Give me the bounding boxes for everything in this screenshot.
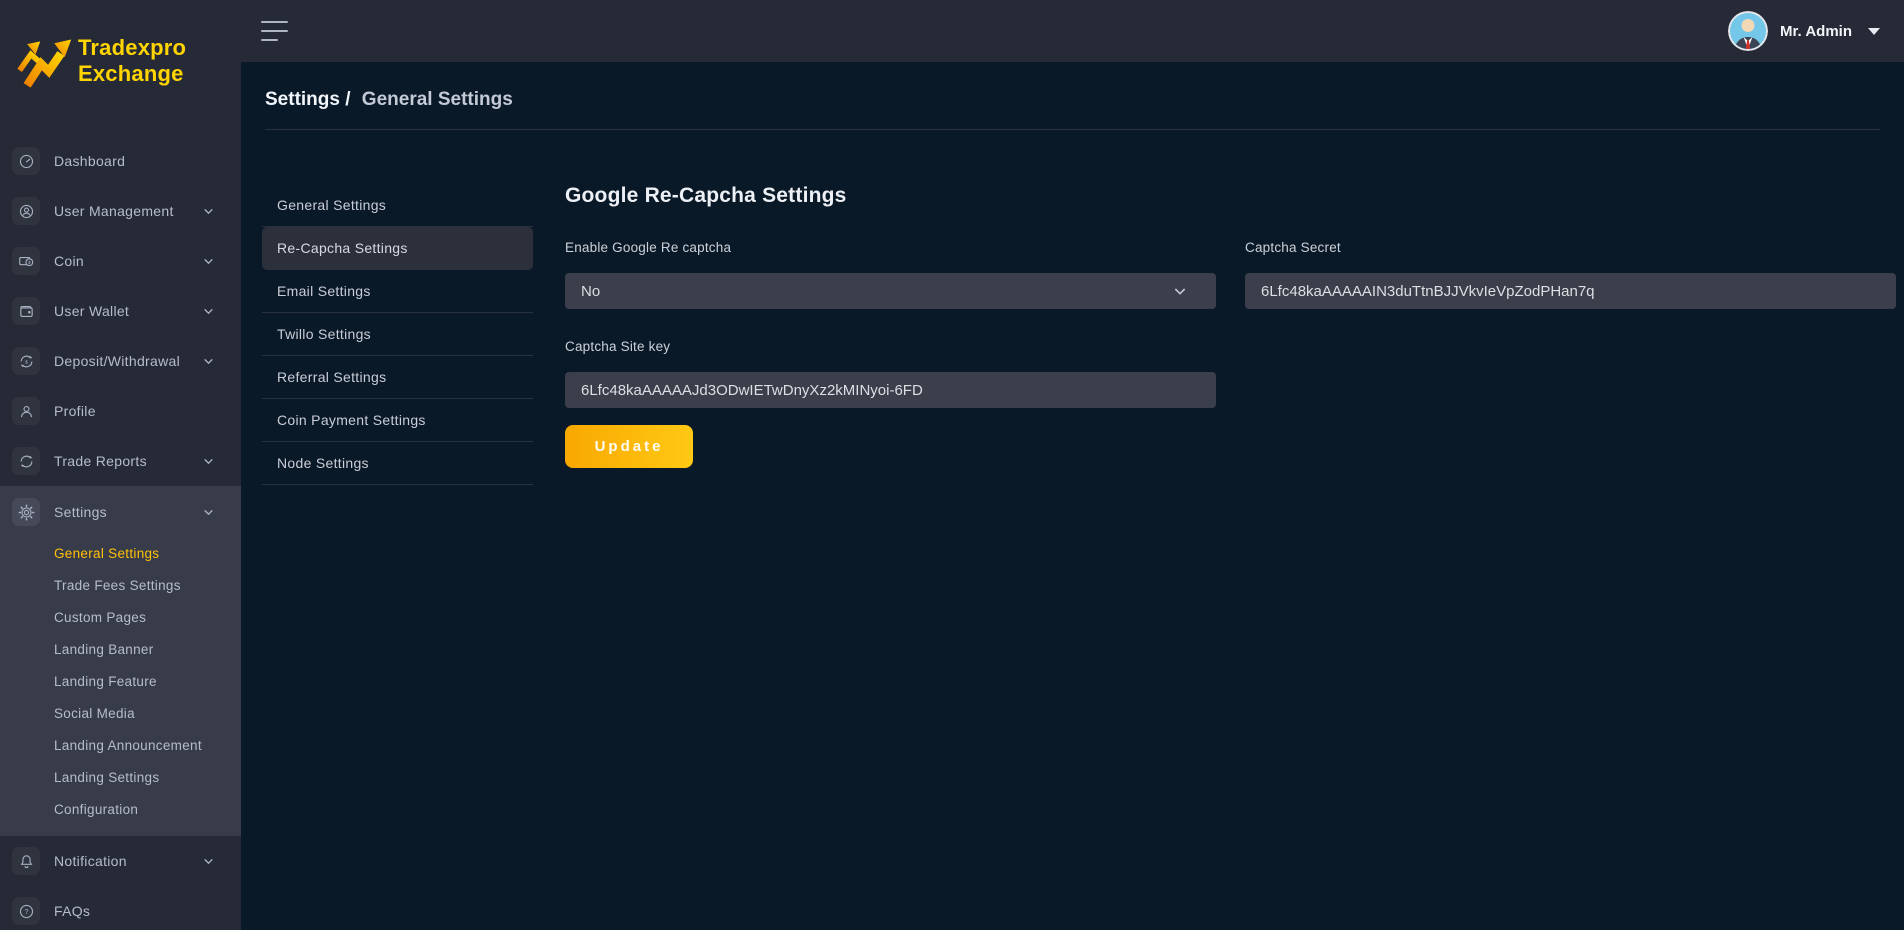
main-content: Settings / General Settings General Sett… — [241, 62, 1904, 930]
field-enable-recaptcha: Enable Google Re captcha No — [565, 240, 1216, 309]
svg-text:$: $ — [25, 359, 28, 365]
breadcrumb-page: General Settings — [362, 89, 513, 110]
tab-general-settings[interactable]: General Settings — [262, 184, 533, 227]
sidebar-item-label: FAQs — [54, 903, 90, 919]
settings-sub-nav: General Settings Trade Fees Settings Cus… — [0, 538, 241, 826]
sidebar-item-label: Deposit/Withdrawal — [54, 353, 180, 369]
wallet-icon — [12, 297, 40, 325]
hamburger-menu-icon[interactable] — [261, 21, 289, 41]
user-name: Mr. Admin — [1780, 23, 1852, 40]
tab-twillo-settings[interactable]: Twillo Settings — [262, 313, 533, 356]
sidebar-item-label: Trade Reports — [54, 453, 147, 469]
tab-referral-settings[interactable]: Referral Settings — [262, 356, 533, 399]
enable-recaptcha-value: No — [581, 283, 600, 300]
deposit-withdrawal-icon: $ — [12, 347, 40, 375]
topbar: Mr. Admin — [241, 0, 1904, 62]
sidebar: Tradexpro Exchange Dashboard User Manage… — [0, 0, 241, 930]
sidebar-item-label: Notification — [54, 853, 127, 869]
user-menu-caret-icon — [1868, 28, 1880, 35]
sidebar-item-trade-reports[interactable]: Trade Reports — [0, 436, 241, 486]
settings-gear-icon — [12, 498, 40, 526]
sidebar-subitem-landing-banner[interactable]: Landing Banner — [0, 634, 241, 666]
sidebar-item-deposit-withdrawal[interactable]: $ Deposit/Withdrawal — [0, 336, 241, 386]
sidebar-item-coin[interactable]: $ Coin — [0, 236, 241, 286]
divider — [265, 129, 1880, 130]
sidebar-item-faqs[interactable]: ? FAQs — [0, 886, 241, 930]
update-button[interactable]: Update — [565, 425, 693, 468]
sidebar-item-label: Settings — [54, 504, 107, 520]
sidebar-item-user-management[interactable]: User Management — [0, 186, 241, 236]
captcha-secret-input[interactable] — [1245, 273, 1896, 309]
recaptcha-settings-form: Google Re-Capcha Settings Enable Google … — [565, 184, 1896, 468]
sidebar-item-label: User Management — [54, 203, 174, 219]
chevron-down-icon — [202, 305, 215, 318]
enable-recaptcha-select[interactable]: No — [565, 273, 1216, 309]
tab-coin-payment-settings[interactable]: Coin Payment Settings — [262, 399, 533, 442]
chevron-down-icon — [202, 255, 215, 268]
chevron-down-icon — [202, 355, 215, 368]
user-menu[interactable]: Mr. Admin — [1728, 11, 1880, 51]
sidebar-subitem-landing-announcement[interactable]: Landing Announcement — [0, 730, 241, 762]
captcha-secret-label: Captcha Secret — [1245, 240, 1896, 255]
captcha-site-key-label: Captcha Site key — [565, 339, 1216, 354]
sidebar-subitem-custom-pages[interactable]: Custom Pages — [0, 602, 241, 634]
sidebar-subitem-trade-fees-settings[interactable]: Trade Fees Settings — [0, 570, 241, 602]
tab-re-capcha-settings[interactable]: Re-Capcha Settings — [262, 227, 533, 270]
sidebar-item-profile[interactable]: Profile — [0, 386, 241, 436]
trade-reports-icon — [12, 447, 40, 475]
sidebar-item-notification[interactable]: Notification — [0, 836, 241, 886]
sidebar-nav: Dashboard User Management $ Coin — [0, 136, 241, 930]
sidebar-item-user-wallet[interactable]: User Wallet — [0, 286, 241, 336]
settings-tab-list: General Settings Re-Capcha Settings Emai… — [262, 184, 533, 485]
profile-icon — [12, 397, 40, 425]
coin-icon: $ — [12, 247, 40, 275]
sidebar-item-label: Profile — [54, 403, 96, 419]
brand-arrow-icon — [14, 31, 74, 91]
breadcrumb-section: Settings / — [265, 89, 351, 110]
breadcrumb: Settings / General Settings — [241, 62, 1904, 111]
sidebar-group-settings: Settings General Settings Trade Fees Set… — [0, 486, 241, 836]
enable-recaptcha-label: Enable Google Re captcha — [565, 240, 1216, 255]
svg-text:?: ? — [24, 908, 28, 916]
avatar[interactable] — [1728, 11, 1768, 51]
chevron-down-icon — [202, 205, 215, 218]
tab-email-settings[interactable]: Email Settings — [262, 270, 533, 313]
brand-name: Tradexpro Exchange — [78, 35, 186, 87]
user-management-icon — [12, 197, 40, 225]
sidebar-item-dashboard[interactable]: Dashboard — [0, 136, 241, 186]
sidebar-subitem-general-settings[interactable]: General Settings — [0, 538, 241, 570]
captcha-site-key-input[interactable] — [565, 372, 1216, 408]
chevron-down-icon — [1172, 283, 1188, 299]
sidebar-item-label: Coin — [54, 253, 84, 269]
sidebar-item-settings[interactable]: Settings — [0, 486, 241, 538]
sidebar-subitem-landing-feature[interactable]: Landing Feature — [0, 666, 241, 698]
sidebar-item-label: User Wallet — [54, 303, 129, 319]
sidebar-subitem-configuration[interactable]: Configuration — [0, 794, 241, 826]
field-captcha-site-key: Captcha Site key — [565, 339, 1216, 408]
page-title: Google Re-Capcha Settings — [565, 184, 1896, 208]
svg-text:$: $ — [27, 259, 30, 265]
sidebar-item-label: Dashboard — [54, 153, 125, 169]
faqs-question-icon: ? — [12, 897, 40, 925]
chevron-down-icon — [202, 855, 215, 868]
chevron-down-icon — [202, 506, 215, 519]
sidebar-subitem-landing-settings[interactable]: Landing Settings — [0, 762, 241, 794]
tab-node-settings[interactable]: Node Settings — [262, 442, 533, 485]
sidebar-subitem-social-media[interactable]: Social Media — [0, 698, 241, 730]
brand-logo[interactable]: Tradexpro Exchange — [0, 0, 241, 108]
field-captcha-secret: Captcha Secret — [1245, 240, 1896, 309]
settings-layout: General Settings Re-Capcha Settings Emai… — [262, 184, 1904, 485]
chevron-down-icon — [202, 455, 215, 468]
dashboard-icon — [12, 147, 40, 175]
notification-bell-icon — [12, 847, 40, 875]
